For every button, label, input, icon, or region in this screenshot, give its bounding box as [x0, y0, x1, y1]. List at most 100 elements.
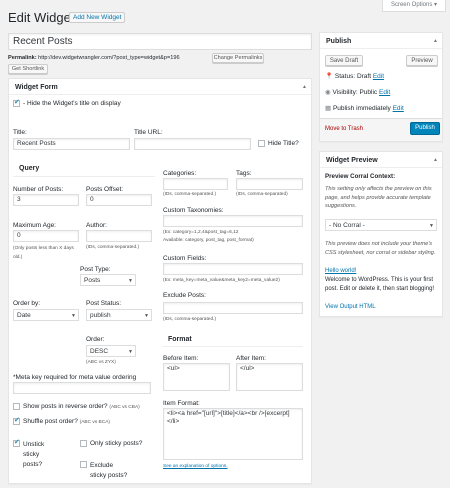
custom-fields-help: (Ex: meta_key=meta_value&meta_key2=meta_… — [163, 278, 280, 283]
chevron-down-icon: ▾ — [434, 2, 438, 8]
chevron-down-icon: ▼ — [429, 223, 434, 229]
hide-title-checkbox[interactable] — [13, 98, 20, 107]
exclude-posts-help: (IDs, comma-separated.) — [163, 317, 217, 322]
shuffle-checkbox[interactable] — [13, 416, 20, 425]
max-age-help: (Only posts less than X days old.) — [13, 246, 74, 261]
post-status-select[interactable]: publish ▼ — [86, 309, 152, 321]
item-format-label: Item Format: — [163, 400, 200, 407]
chevron-down-icon: ▼ — [128, 349, 133, 355]
unstick-label: Unstick sticky posts? — [23, 441, 45, 468]
permalink-label: Permalink: http://dev.widgetwrangler.com… — [8, 55, 180, 61]
offset-label: Posts Offset: — [86, 186, 124, 193]
widget-preview-header: Widget Preview ▲ — [320, 152, 442, 168]
title-url-label: Title URL: — [134, 129, 163, 136]
move-to-trash-link[interactable]: Move to Trash — [325, 126, 363, 132]
status-row: 📍 Status: Draft Edit — [325, 73, 385, 80]
see-options-link[interactable]: See an explanation of options. — [163, 464, 228, 469]
preview-note: This preview does not include your theme… — [325, 241, 436, 256]
custom-fields-label: Custom Fields: — [163, 255, 207, 262]
hello-world-link[interactable]: Hello world! — [325, 268, 356, 274]
before-item-label: Before Item: — [163, 355, 199, 362]
order-label: Order: — [86, 336, 105, 343]
order-select[interactable]: DESC ▼ — [86, 345, 136, 357]
edit-status-link[interactable]: Edit — [373, 73, 384, 80]
custom-tax-help: (Ex: category=1,2,4&post_tag=6,12 — [163, 230, 239, 235]
title-input[interactable]: Recent Posts — [13, 138, 130, 150]
edit-time-link[interactable]: Edit — [393, 105, 404, 112]
hide-title-q-label: Hide Title? — [268, 140, 299, 147]
meta-key-input[interactable] — [13, 382, 151, 394]
hide-title-q-checkbox[interactable] — [258, 140, 265, 147]
order-by-label: Order by: — [13, 300, 41, 307]
query-heading: Query — [19, 165, 40, 172]
only-sticky-label: Only sticky posts? — [90, 440, 143, 447]
reverse-order-checkbox[interactable] — [13, 403, 20, 410]
author-input[interactable] — [86, 230, 152, 242]
tags-label: Tags: — [236, 170, 252, 177]
post-type-label: Post Type: — [80, 266, 111, 273]
offset-input[interactable]: 0 — [86, 194, 152, 206]
visibility-row: ◉ Visibility: Public Edit — [325, 89, 391, 96]
meta-key-label: *Meta key required for meta value orderi… — [13, 374, 137, 381]
corral-select[interactable]: - No Corral - ▼ — [325, 219, 437, 231]
exclude-sticky-label: Exclude sticky posts? — [90, 462, 128, 479]
collapse-icon[interactable]: ▲ — [433, 38, 438, 44]
max-age-label: Maximum Age: — [13, 222, 56, 229]
custom-fields-input[interactable] — [163, 263, 303, 275]
get-shortlink-button[interactable]: Get Shortlink — [8, 64, 48, 74]
eye-icon: ◉ — [325, 89, 331, 96]
publish-header: Publish ▲ — [320, 33, 442, 49]
exclude-posts-input[interactable] — [163, 302, 303, 314]
add-new-widget-button[interactable]: Add New Widget — [69, 12, 126, 23]
view-output-html-link[interactable]: View Output HTML — [325, 304, 376, 310]
calendar-icon: ▦ — [325, 105, 332, 112]
after-item-label: After Item: — [236, 355, 266, 362]
publish-button[interactable]: Publish — [410, 122, 440, 135]
exclude-posts-label: Exclude Posts: — [163, 292, 206, 299]
widget-form-header: Widget Form ▲ — [9, 79, 311, 95]
chevron-down-icon: ▼ — [71, 313, 76, 319]
order-by-select[interactable]: Date ▼ — [13, 309, 79, 321]
preview-button[interactable]: Preview — [406, 55, 438, 66]
format-heading: Format — [168, 336, 192, 343]
preview-context-label: Preview Corral Context: — [325, 173, 396, 180]
categories-help: (IDs, comma-separated.) — [163, 192, 217, 197]
post-type-select[interactable]: Posts ▼ — [80, 274, 136, 286]
max-age-input[interactable]: 0 — [13, 230, 79, 242]
title-label: Title: — [13, 129, 27, 136]
before-item-textarea[interactable]: <ul> — [163, 363, 230, 391]
screen-options-button[interactable]: Screen Options ▾ — [382, 0, 446, 12]
categories-label: Categories: — [163, 170, 197, 177]
collapse-icon[interactable]: ▲ — [302, 84, 307, 90]
hide-title-label: - Hide the Widget's title on display — [23, 100, 121, 107]
item-format-textarea[interactable]: <li><a href="[url]">[title]</a><br />[ex… — [163, 408, 303, 460]
preview-context-help: This setting only affects the preview on… — [325, 186, 432, 210]
after-item-textarea[interactable]: </ul> — [236, 363, 303, 391]
preview-excerpt: Welcome to WordPress. This is your first… — [325, 277, 435, 292]
publish-time-row: ▦ Publish immediately Edit — [325, 105, 404, 112]
change-permalinks-button[interactable]: Change Permalinks — [212, 53, 264, 63]
chevron-down-icon: ▼ — [144, 313, 149, 319]
categories-input[interactable] — [163, 178, 228, 190]
custom-tax-label: Custom Taxonomies: — [163, 207, 224, 214]
post-title-input[interactable]: Recent Posts — [8, 33, 312, 50]
custom-tax-available: Available: category, post_tag, post_form… — [163, 238, 254, 243]
chevron-down-icon: ▼ — [128, 278, 133, 284]
post-status-label: Post Status: — [86, 300, 122, 307]
shuffle-label: Shuffle post order? (ABC vs BCA) — [23, 418, 111, 425]
save-draft-button[interactable]: Save Draft — [325, 55, 363, 66]
only-sticky-checkbox[interactable] — [80, 440, 87, 447]
order-help: (ABC vs ZYX) — [86, 360, 116, 365]
unstick-checkbox[interactable] — [13, 438, 20, 447]
exclude-sticky-checkbox[interactable] — [80, 461, 87, 468]
edit-visibility-link[interactable]: Edit — [379, 89, 390, 96]
num-posts-input[interactable]: 3 — [13, 194, 79, 206]
title-url-input[interactable] — [134, 138, 251, 150]
custom-tax-input[interactable] — [163, 215, 303, 227]
collapse-icon[interactable]: ▲ — [433, 157, 438, 163]
divider — [163, 346, 303, 347]
pin-icon: 📍 — [325, 73, 334, 80]
page-title: Edit Widget — [8, 10, 75, 25]
tags-input[interactable] — [236, 178, 303, 190]
divider — [13, 176, 155, 177]
